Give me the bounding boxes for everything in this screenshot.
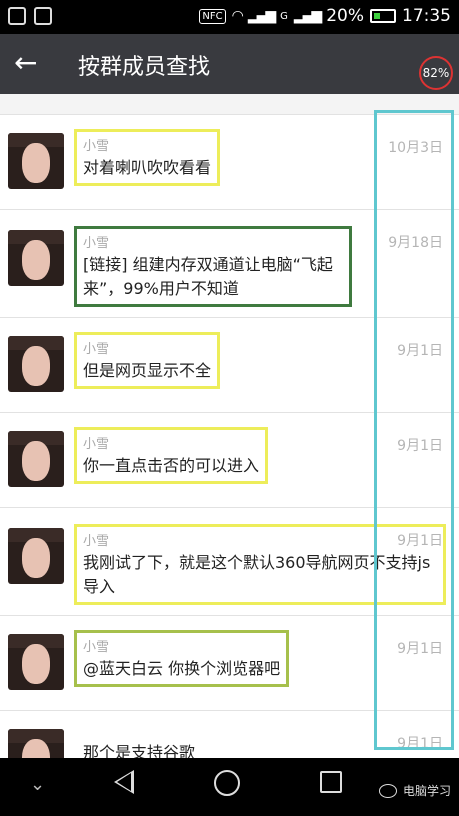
message-list[interactable]: 小雪 对着喇叭吹吹看看 10月3日 小雪 [链接] 组建内存双通道让电脑“飞起来… bbox=[0, 94, 459, 758]
sender-name: 小雪 bbox=[83, 534, 110, 549]
list-item[interactable]: 小雪 你一直点击否的可以进入 9月1日 bbox=[0, 413, 459, 508]
avatar[interactable] bbox=[8, 133, 64, 189]
list-item[interactable]: 那个是支持谷歌 9月1日 bbox=[0, 711, 459, 758]
status-bar: NFC ◠ ▂▄▆ G ▂▄▆ 20% 17:35 bbox=[0, 0, 459, 34]
signal-icon: ▂▄▆ bbox=[247, 8, 276, 24]
watermark: 电脑学习 bbox=[378, 782, 451, 799]
message-box: 小雪 [链接] 组建内存双通道让电脑“飞起来”，99%用户不知道 bbox=[74, 226, 352, 307]
progress-badge: 82% bbox=[419, 56, 453, 90]
message-box: 那个是支持谷歌 bbox=[74, 733, 204, 758]
message-date: 9月1日 bbox=[397, 533, 443, 549]
signal-type: G bbox=[280, 10, 288, 22]
avatar[interactable] bbox=[8, 528, 64, 584]
message-date: 9月1日 bbox=[397, 736, 443, 752]
message-date: 9月1日 bbox=[397, 343, 443, 359]
wifi-icon: ◠ bbox=[231, 8, 244, 24]
list-item[interactable]: 小雪 但是网页显示不全 9月1日 bbox=[0, 318, 459, 413]
message-text: [链接] 组建内存双通道让电脑“飞起来”，99%用户不知道 bbox=[83, 255, 333, 298]
avatar[interactable] bbox=[8, 336, 64, 392]
navigation-bar: ⌄ 电脑学习 bbox=[0, 758, 459, 816]
recent-apps-icon[interactable] bbox=[320, 771, 342, 793]
wechat-logo-icon bbox=[378, 783, 397, 798]
home-icon[interactable] bbox=[214, 770, 240, 796]
page-title: 按群成员查找 bbox=[78, 55, 211, 80]
avatar[interactable] bbox=[8, 431, 64, 487]
list-top-gap bbox=[0, 94, 459, 115]
message-text: 你一直点击否的可以进入 bbox=[83, 456, 260, 475]
sender-name: 小雪 bbox=[83, 640, 110, 655]
message-text: 但是网页显示不全 bbox=[83, 361, 212, 380]
avatar[interactable] bbox=[8, 634, 64, 690]
message-text: 对着喇叭吹吹看看 bbox=[83, 158, 212, 177]
list-item[interactable]: 小雪 @蓝天白云 你换个浏览器吧 9月1日 bbox=[0, 616, 459, 711]
message-text: 那个是支持谷歌 bbox=[83, 743, 196, 758]
sd-card-icon bbox=[8, 7, 26, 25]
message-date: 10月3日 bbox=[388, 140, 443, 156]
message-date: 9月18日 bbox=[388, 235, 443, 251]
sender-name: 小雪 bbox=[83, 139, 110, 154]
message-date: 9月1日 bbox=[397, 641, 443, 657]
avatar[interactable] bbox=[8, 230, 64, 286]
sender-name: 小雪 bbox=[83, 236, 110, 251]
battery-icon bbox=[370, 9, 396, 23]
message-date: 9月1日 bbox=[397, 438, 443, 454]
list-item[interactable]: 小雪 我刚试了下，就是这个默认360导航网页不支持js导入 9月1日 bbox=[0, 508, 459, 616]
sender-name: 小雪 bbox=[83, 437, 110, 452]
app-header: ← 按群成员查找 82% bbox=[0, 34, 459, 94]
clock: 17:35 bbox=[402, 6, 451, 26]
message-text: @蓝天白云 你换个浏览器吧 bbox=[83, 659, 281, 678]
list-item[interactable]: 小雪 [链接] 组建内存双通道让电脑“飞起来”，99%用户不知道 9月18日 bbox=[0, 210, 459, 318]
chevron-down-icon[interactable]: ⌄ bbox=[30, 774, 45, 795]
message-box: 小雪 我刚试了下，就是这个默认360导航网页不支持js导入 bbox=[74, 524, 446, 605]
battery-percent: 20% bbox=[326, 6, 364, 26]
message-box: 小雪 对着喇叭吹吹看看 bbox=[74, 129, 221, 186]
list-item[interactable]: 小雪 对着喇叭吹吹看看 10月3日 bbox=[0, 115, 459, 210]
avatar[interactable] bbox=[8, 729, 64, 758]
nav-back-icon[interactable] bbox=[114, 770, 134, 794]
watermark-text: 电脑学习 bbox=[402, 784, 451, 798]
message-box: 小雪 但是网页显示不全 bbox=[74, 332, 221, 389]
nfc-icon: NFC bbox=[199, 8, 226, 24]
message-box: 小雪 @蓝天白云 你换个浏览器吧 bbox=[74, 630, 290, 687]
message-box: 小雪 你一直点击否的可以进入 bbox=[74, 427, 269, 484]
sender-name: 小雪 bbox=[83, 342, 110, 357]
image-icon bbox=[34, 7, 52, 25]
message-text: 我刚试了下，就是这个默认360导航网页不支持js导入 bbox=[83, 553, 431, 596]
back-arrow-icon[interactable]: ← bbox=[14, 48, 44, 78]
signal-icon-2: ▂▄▆ bbox=[293, 8, 322, 24]
